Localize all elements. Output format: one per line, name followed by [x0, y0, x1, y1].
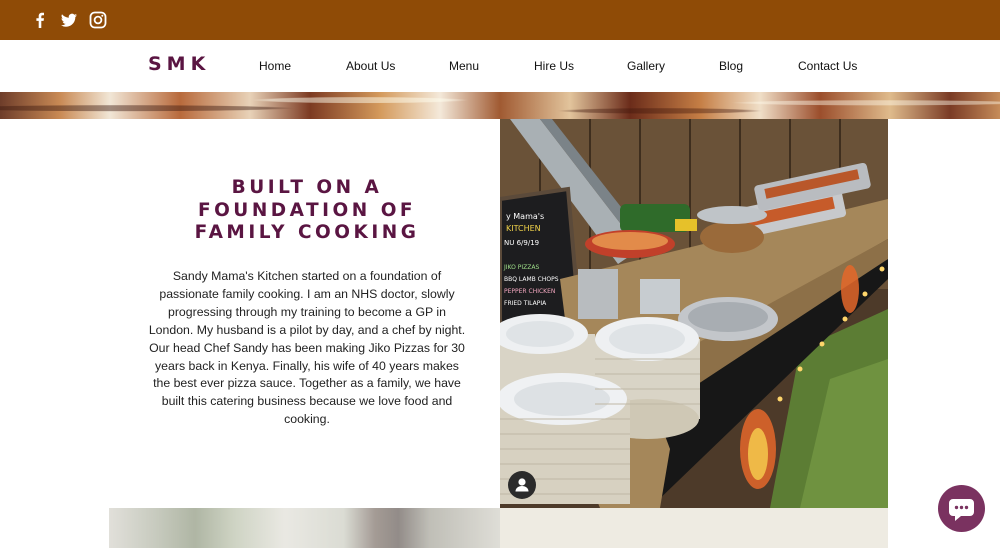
nav-home[interactable]: Home [259, 59, 291, 73]
chalkboard-text: NU 6/9/19 [504, 239, 539, 247]
chalkboard-text: PEPPER CHICKEN [504, 288, 555, 295]
chat-bubble-icon [949, 499, 974, 521]
site-logo[interactable]: SMK [148, 53, 210, 75]
catering-buffet-photo: y Mama's KITCHEN NU 6/9/19 JIKO PIZZAS B… [500, 119, 888, 508]
food-banner-image [0, 92, 1000, 119]
section-heading: BUILT ON A FOUNDATION OF FAMILY COOKING [150, 177, 464, 245]
user-icon [515, 478, 529, 492]
about-paragraph: Sandy Mama's Kitchen started on a founda… [148, 269, 466, 427]
nav-hire-us[interactable]: Hire Us [534, 59, 574, 73]
nav-contact-us[interactable]: Contact Us [798, 59, 857, 73]
chat-widget-button[interactable] [938, 485, 985, 532]
twitter-icon[interactable] [60, 11, 78, 29]
chalkboard-text: FRIED TILAPIA [504, 300, 547, 307]
nav-about-us[interactable]: About Us [346, 59, 395, 73]
chalkboard-text: y Mama's [506, 212, 544, 221]
nav-menu[interactable]: Menu [449, 59, 479, 73]
nav-gallery[interactable]: Gallery [627, 59, 665, 73]
chalkboard-text: BBQ LAMB CHOPS [504, 276, 559, 283]
heading-line: FOUNDATION OF [197, 199, 417, 221]
facebook-icon[interactable] [31, 11, 49, 29]
top-bar [0, 0, 1000, 40]
instagram-icon[interactable] [89, 11, 107, 29]
nav-blog[interactable]: Blog [719, 59, 743, 73]
heading-line: BUILT ON A [231, 177, 383, 198]
chalkboard-text: KITCHEN [506, 224, 541, 233]
profile-button[interactable] [508, 471, 536, 499]
next-section-image [109, 508, 500, 548]
next-section-panel [500, 508, 888, 548]
chalkboard-text: JIKO PIZZAS [503, 264, 539, 271]
heading-line: FAMILY COOKING [194, 222, 420, 243]
